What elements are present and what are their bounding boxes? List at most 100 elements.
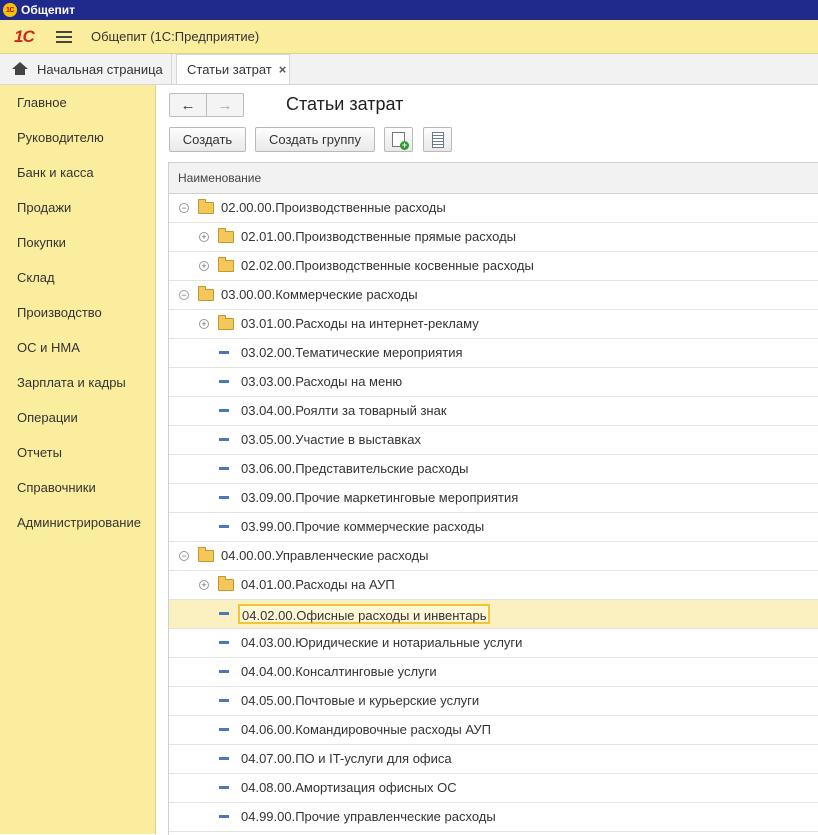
sidebar-item-main[interactable]: Главное [17,93,67,113]
tab-home-label: Начальная страница [37,61,163,77]
item-icon [219,815,229,818]
sidebar-item-fixed-assets[interactable]: ОС и НМА [17,338,80,358]
table-row[interactable]: 04.06.00.Командировочные расходы АУП [169,716,818,745]
row-name: 04.05.00.Почтовые и курьерские услуги [241,693,480,708]
row-name: 04.04.00.Консалтинговые услуги [241,664,437,679]
sidebar-item-operations[interactable]: Операции [17,408,78,428]
app-title: Общепит (1С:Предприятие) [91,29,260,44]
table-row[interactable]: +04.01.00.Расходы на АУП [169,571,818,600]
tab-expense-items-label: Статьи затрат [187,62,272,77]
tab-home[interactable]: Начальная страница [0,54,172,84]
item-icon [219,467,229,470]
item-icon [219,351,229,354]
item-icon [219,380,229,383]
table-row[interactable]: 04.04.00.Консалтинговые услуги [169,658,818,687]
expand-icon[interactable]: + [199,580,209,590]
table-row[interactable]: − 04.00.00.Управленческие расходы [169,542,818,571]
row-name: 03.03.00.Расходы на меню [241,374,403,389]
item-icon [219,525,229,528]
folder-icon [218,315,234,330]
table-row[interactable]: 04.03.00.Юридические и нотариальные услу… [169,629,818,658]
row-name: 04.08.00.Амортизация офисных ОС [241,780,457,795]
row-name: 03.00.00.Коммерческие расходы [221,287,418,302]
table-row[interactable]: 04.05.00.Почтовые и курьерские услуги [169,687,818,716]
table-row[interactable]: 04.99.00.Прочие управленческие расходы [169,803,818,832]
sidebar-item-purchases[interactable]: Покупки [17,233,66,253]
sidebar-item-reports[interactable]: Отчеты [17,443,62,463]
row-name: 04.07.00.ПО и IT-услуги для офиса [241,751,452,766]
collapse-icon[interactable]: − [179,290,189,300]
list-view-button[interactable] [423,127,452,152]
sidebar-item-manager[interactable]: Руководителю [17,128,104,148]
expand-icon[interactable]: + [199,261,209,271]
row-name: 02.01.00.Производственные прямые расходы [241,229,516,244]
row-name: 03.02.00.Тематические мероприятия [241,345,463,360]
column-header-name[interactable]: Наименование [169,163,818,194]
forward-arrow-icon[interactable]: → [207,94,243,116]
row-name: 04.99.00.Прочие управленческие расходы [241,809,496,824]
item-icon [219,438,229,441]
sidebar-item-bank[interactable]: Банк и касса [17,163,94,183]
table-row[interactable]: 03.06.00.Представительские расходы [169,455,818,484]
sidebar: Главное Руководителю Банк и касса Продаж… [0,85,156,834]
create-group-button[interactable]: Создать группу [255,127,375,152]
page-title: Статьи затрат [286,94,404,114]
table-row[interactable]: 04.02.00.Офисные расходы и инвентарь [169,600,818,629]
back-arrow-icon[interactable]: ← [170,94,207,116]
sidebar-item-sales[interactable]: Продажи [17,198,71,218]
row-name: 03.99.00.Прочие коммерческие расходы [241,519,485,534]
home-icon [12,62,28,76]
expand-icon[interactable]: + [199,232,209,242]
item-icon [219,496,229,499]
table-row[interactable]: 04.08.00.Амортизация офисных ОС [169,774,818,803]
table-row[interactable]: − 02.00.00.Производственные расходы [169,194,818,223]
table-row[interactable]: +02.02.00.Производственные косвенные рас… [169,252,818,281]
close-icon[interactable]: × [279,62,287,77]
sidebar-item-payroll[interactable]: Зарплата и кадры [17,373,126,393]
create-button[interactable]: Создать [169,127,246,152]
table-row[interactable]: +02.01.00.Производственные прямые расход… [169,223,818,252]
item-icon [219,409,229,412]
item-icon [219,699,229,702]
row-name: 03.01.00.Расходы на интернет-рекламу [241,316,479,331]
main-menu-icon[interactable] [56,30,72,43]
collapse-icon[interactable]: − [179,551,189,561]
row-name: 03.06.00.Представительские расходы [241,461,469,476]
row-name: 03.04.00.Роялти за товарный знак [241,403,447,418]
window-title-bar: 1С Общепит [0,0,818,20]
row-name: 02.00.00.Производственные расходы [221,200,446,215]
table-row[interactable]: 04.07.00.ПО и IT-услуги для офиса [169,745,818,774]
table-row[interactable]: +03.01.00.Расходы на интернет-рекламу [169,310,818,339]
table-row[interactable]: − 03.00.00.Коммерческие расходы [169,281,818,310]
add-document-icon: + [392,132,409,150]
brand-logo: 1С [14,26,35,46]
table-row[interactable]: 03.03.00.Расходы на меню [169,368,818,397]
folder-icon [218,228,234,243]
tab-expense-items[interactable]: Статьи затрат × [176,54,290,84]
row-name: 03.09.00.Прочие маркетинговые мероприяти… [241,490,519,505]
sidebar-item-catalogs[interactable]: Справочники [17,478,96,498]
item-icon [219,728,229,731]
row-name: 03.05.00.Участие в выставках [241,432,421,447]
expense-items-table: Наименование − 02.00.00.Производственные … [168,162,818,835]
table-row[interactable]: 03.02.00.Тематические мероприятия [169,339,818,368]
tab-bar: Начальная страница Статьи затрат × [0,54,818,85]
expand-icon[interactable]: + [199,319,209,329]
table-row[interactable]: 03.99.00.Прочие коммерческие расходы [169,513,818,542]
app-header: 1С Общепит (1С:Предприятие) [0,20,818,54]
folder-icon [218,257,234,272]
folder-icon [198,199,214,214]
sidebar-item-warehouse[interactable]: Склад [17,268,55,288]
table-row[interactable]: 03.04.00.Роялти за товарный знак [169,397,818,426]
list-icon [431,131,444,148]
collapse-icon[interactable]: − [179,203,189,213]
row-name: 04.01.00.Расходы на АУП [241,577,395,592]
table-row[interactable]: 03.09.00.Прочие маркетинговые мероприяти… [169,484,818,513]
sidebar-item-production[interactable]: Производство [17,303,102,323]
table-row[interactable]: 03.05.00.Участие в выставках [169,426,818,455]
history-nav: ← → [169,93,244,117]
item-icon [219,757,229,760]
window-title: Общепит [21,3,76,17]
copy-button[interactable]: + [384,127,413,152]
sidebar-item-administration[interactable]: Администрирование [17,513,141,533]
